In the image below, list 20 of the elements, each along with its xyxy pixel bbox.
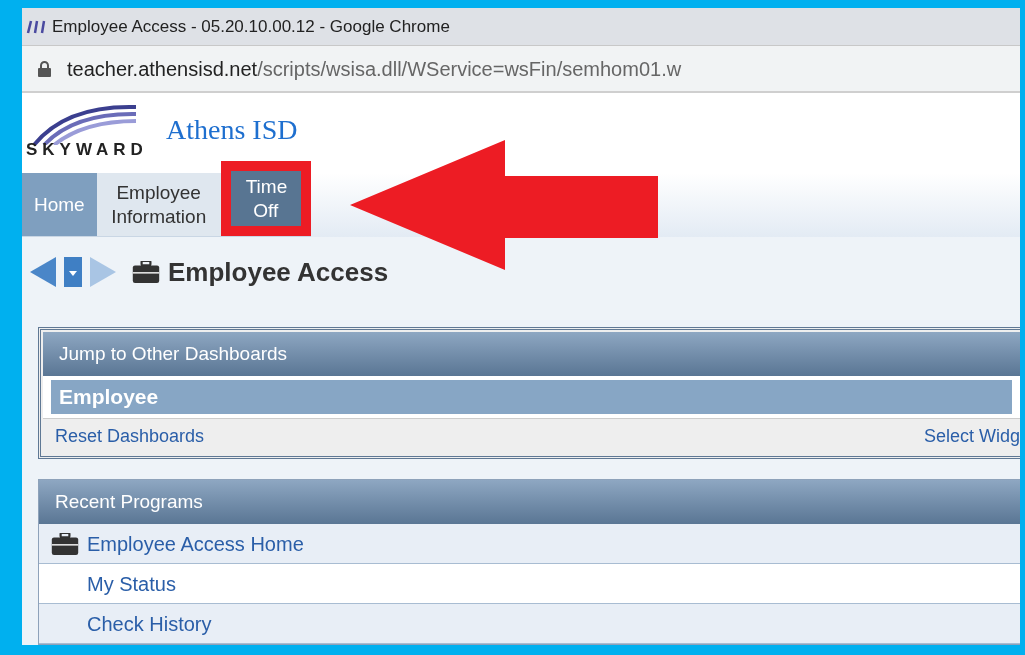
dashboard-link[interactable]: Select Widg [923, 423, 1020, 450]
panel-header: Jump to Other Dashboards [43, 332, 1020, 376]
url-text: teacher.athensisd.net/scripts/wsisa.dll/WService=wsFin/semhom01.w [67, 56, 682, 82]
nav-tab[interactable]: Employee Information [96, 172, 221, 237]
skyward-logo: SKYWARD [22, 101, 142, 159]
page-title: Employee Access [168, 255, 389, 289]
program-link[interactable]: Check History [87, 608, 212, 639]
district-name: Athens ISD [166, 113, 298, 148]
window-title: Employee Access - 05.20.10.00.12 - Google Chrome [52, 15, 450, 38]
dropdown-icon[interactable] [64, 257, 82, 288]
briefcase-icon [51, 532, 79, 555]
program-link[interactable]: My Status [87, 568, 176, 599]
nav-tab[interactable]: Time Off [230, 170, 301, 227]
panel-header: Recent Programs [39, 480, 1020, 524]
dashboard-link[interactable]: Reset Dashboards [55, 423, 205, 450]
briefcase-icon [132, 261, 160, 284]
back-arrow-icon[interactable] [30, 257, 56, 288]
lock-icon [38, 60, 51, 77]
address-bar[interactable]: teacher.athensisd.net/scripts/wsisa.dll/WService=wsFin/semhom01.w [22, 45, 1020, 94]
program-link[interactable]: Employee Access Home [87, 528, 304, 559]
